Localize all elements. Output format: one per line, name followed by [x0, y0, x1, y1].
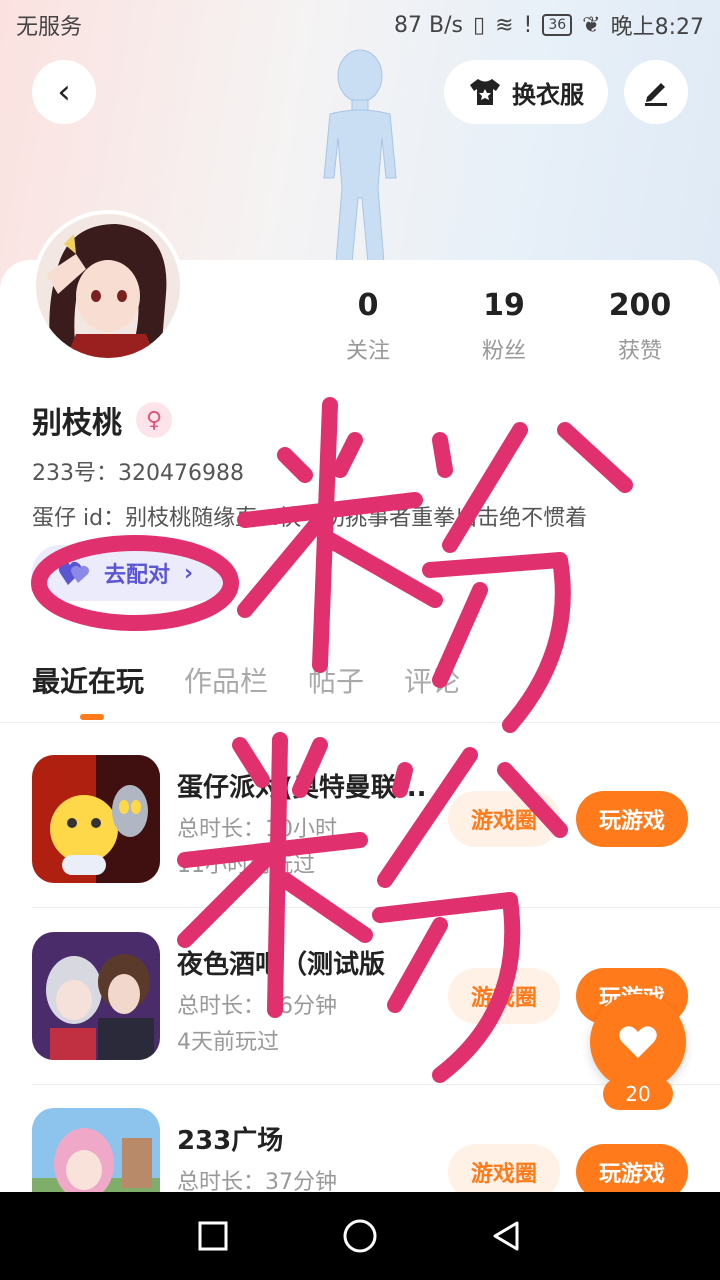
stat-label: 获赞	[617, 339, 662, 364]
carrier-text: 无服务	[16, 15, 83, 40]
female-gender-icon: ♀	[136, 402, 172, 438]
game-icon	[32, 932, 160, 1060]
game-icon	[32, 755, 160, 883]
leaf-icon: ❦	[582, 12, 601, 38]
stat-number: 200	[608, 288, 672, 323]
game-duration: 总时长：16分钟	[177, 994, 337, 1019]
game-circle-button[interactable]: 游戏圈	[448, 968, 560, 1024]
game-title: 夜色酒吧（测试版	[177, 950, 386, 980]
play-game-button[interactable]: 玩游戏	[576, 791, 688, 847]
game-last-played: 4天前玩过	[177, 1030, 279, 1055]
game-title: 233广场	[177, 1126, 284, 1156]
profile-tabs: 最近在玩 作品栏 帖子 评论	[32, 660, 460, 700]
alert-icon: !	[523, 12, 533, 38]
avatar-3d-figure	[323, 49, 397, 264]
stat-likes[interactable]: 200 获赞	[572, 288, 708, 365]
status-bar: 无服务 87 B/s ▯ ≋ ! 36 ❦ 晚上8:27	[0, 0, 720, 50]
tab-recently-played[interactable]: 最近在玩	[32, 660, 144, 700]
tabs-divider	[0, 722, 720, 723]
battery-icon: 36	[542, 14, 573, 36]
game-title: 蛋仔派对(奥特曼联...	[177, 773, 427, 803]
tab-indicator	[80, 714, 104, 720]
tab-posts[interactable]: 帖子	[308, 660, 364, 700]
like-count-badge: 20	[603, 1078, 673, 1110]
pencil-icon	[645, 83, 667, 106]
network-speed: 87 B/s	[393, 12, 463, 38]
stat-label: 粉丝	[481, 339, 526, 364]
stat-label: 关注	[345, 339, 390, 364]
chevron-right-icon: ›	[184, 560, 194, 586]
back-button[interactable]: ‹	[32, 60, 96, 124]
list-item[interactable]: 蛋仔派对(奥特曼联... 总时长：10小时 11小时前玩过 游戏圈 玩游戏	[32, 755, 688, 885]
tab-comments[interactable]: 评论	[404, 660, 460, 700]
profile-name: 别枝桃	[32, 406, 122, 441]
outfit-label: 换衣服	[512, 80, 584, 109]
list-divider	[32, 907, 720, 908]
pair-button[interactable]: 去配对 ›	[32, 545, 228, 601]
change-outfit-button[interactable]: 换衣服	[444, 60, 608, 124]
pair-label: 去配对	[104, 563, 171, 588]
like-fab-button[interactable]	[590, 994, 686, 1090]
wifi-icon: ≋	[495, 12, 514, 38]
shirt-icon	[470, 79, 500, 105]
user-id: 233号：320476988	[32, 461, 244, 486]
system-navigation-bar	[0, 1192, 720, 1280]
edit-profile-button[interactable]	[624, 60, 688, 124]
egg-party-id: 蛋仔 id：别枝桃随缘直…快一切挑事者重拳出击绝不惯着	[32, 506, 588, 531]
profile-name-row: 别枝桃 ♀	[32, 398, 172, 442]
chevron-left-icon: ‹	[57, 72, 71, 112]
game-last-played: 11小时前玩过	[177, 853, 315, 878]
stat-number: 0	[357, 288, 379, 323]
recent-apps-icon[interactable]	[197, 1220, 229, 1252]
tab-works[interactable]: 作品栏	[184, 660, 268, 700]
avatar-image	[36, 214, 180, 358]
home-icon[interactable]	[342, 1218, 378, 1254]
game-circle-button[interactable]: 游戏圈	[448, 791, 560, 847]
back-triangle-icon[interactable]	[491, 1220, 523, 1252]
avatar[interactable]	[32, 210, 184, 362]
profile-stats: 0 关注 19 粉丝 200 获赞	[300, 288, 720, 365]
double-heart-icon	[58, 561, 89, 585]
stat-number: 19	[483, 288, 525, 323]
heart-icon	[619, 1026, 657, 1058]
clock-text: 晚上8:27	[610, 15, 704, 40]
stat-fans[interactable]: 19 粉丝	[436, 288, 572, 365]
game-duration: 总时长：10小时	[177, 817, 337, 842]
stat-following[interactable]: 0 关注	[300, 288, 436, 365]
vibrate-icon: ▯	[472, 12, 486, 38]
